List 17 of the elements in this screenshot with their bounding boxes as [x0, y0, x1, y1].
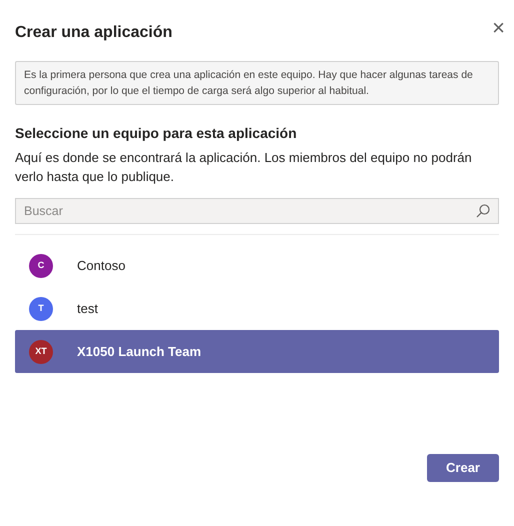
team-name: X1050 Launch Team: [77, 342, 202, 361]
team-name: Contoso: [77, 256, 126, 275]
search-icon: [476, 204, 490, 218]
dialog-title: Crear una aplicación: [15, 23, 172, 43]
info-notice: Es la primera persona que crea una aplicación en este equipo. Hay que hacer algunas tareas de configuración, por lo que el tiempo de carga será algo superior al habitual.: [15, 61, 499, 105]
team-avatar: T: [29, 296, 53, 320]
section-description: Aquí es donde se encontrará la aplicación. Los miembros del equipo no podrán verlo hasta que lo publique.: [15, 149, 473, 186]
team-item[interactable]: C Contoso: [15, 244, 499, 287]
create-button[interactable]: Crear: [427, 454, 499, 482]
team-name: test: [77, 300, 98, 318]
search-field[interactable]: Buscar: [15, 198, 499, 224]
team-avatar: XT: [29, 340, 53, 364]
section-title: Seleccione un equipo para esta aplicación: [15, 124, 298, 143]
team-item[interactable]: XT X1050 Launch Team: [15, 330, 499, 373]
team-item[interactable]: T test: [15, 287, 499, 330]
team-avatar: C: [29, 254, 53, 278]
close-button[interactable]: ×: [492, 17, 505, 39]
